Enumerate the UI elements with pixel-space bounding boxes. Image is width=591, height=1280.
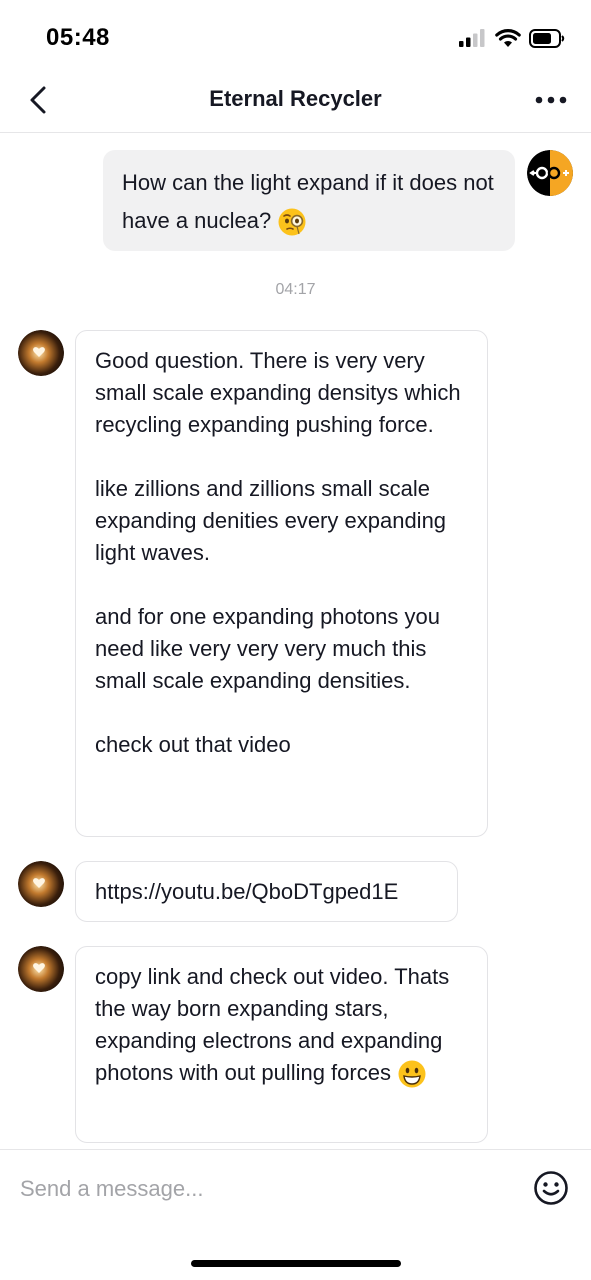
- status-icons: [459, 26, 565, 50]
- incoming-link-bubble[interactable]: https://youtu.be/QboDTgped1E: [75, 861, 458, 922]
- message-timestamp: 04:17: [275, 281, 316, 298]
- contact-photo-icon: [18, 330, 64, 376]
- battery-icon: [529, 28, 565, 48]
- message-input[interactable]: Send a message...: [20, 1176, 203, 1202]
- smiley-outline-icon[interactable]: [533, 1170, 569, 1206]
- message-paragraph: check out that video: [95, 732, 291, 757]
- chat-header: Eternal Recycler: [0, 70, 591, 133]
- more-options-button[interactable]: [531, 84, 571, 116]
- message-paragraph: and for one expanding photons you need l…: [95, 604, 440, 693]
- message-link[interactable]: https://youtu.be/QboDTgped1E: [95, 879, 398, 904]
- cellular-signal-icon: [459, 29, 485, 47]
- message-composer: Send a message...: [0, 1149, 591, 1230]
- status-bar: 05:48: [0, 0, 591, 70]
- recycle-logo-icon: [527, 150, 573, 196]
- outgoing-message-text: How can the light expand if it does not …: [122, 170, 494, 233]
- message-paragraph: like zillions and zillions small scale e…: [95, 476, 447, 565]
- face-with-monocle-emoji: [278, 208, 306, 236]
- status-time: 05:48: [46, 24, 110, 51]
- home-indicator: [191, 1260, 401, 1267]
- contact-photo-icon: [18, 946, 64, 992]
- incoming-message-bubble[interactable]: Good question. There is very very small …: [75, 330, 488, 837]
- message-paragraph: Good question. There is very very small …: [95, 348, 461, 437]
- wifi-icon: [495, 28, 521, 47]
- contact-avatar[interactable]: [18, 330, 64, 376]
- contact-avatar[interactable]: [18, 861, 64, 907]
- chat-title: Eternal Recycler: [209, 86, 382, 111]
- contact-avatar[interactable]: [18, 946, 64, 992]
- contact-photo-icon: [18, 861, 64, 907]
- grinning-face-emoji: [398, 1060, 426, 1088]
- more-dots-icon: [535, 96, 567, 104]
- my-avatar[interactable]: [527, 150, 573, 196]
- incoming-message-bubble[interactable]: copy link and check out video. Thats the…: [75, 946, 488, 1143]
- outgoing-message-bubble[interactable]: How can the light expand if it does not …: [103, 150, 515, 251]
